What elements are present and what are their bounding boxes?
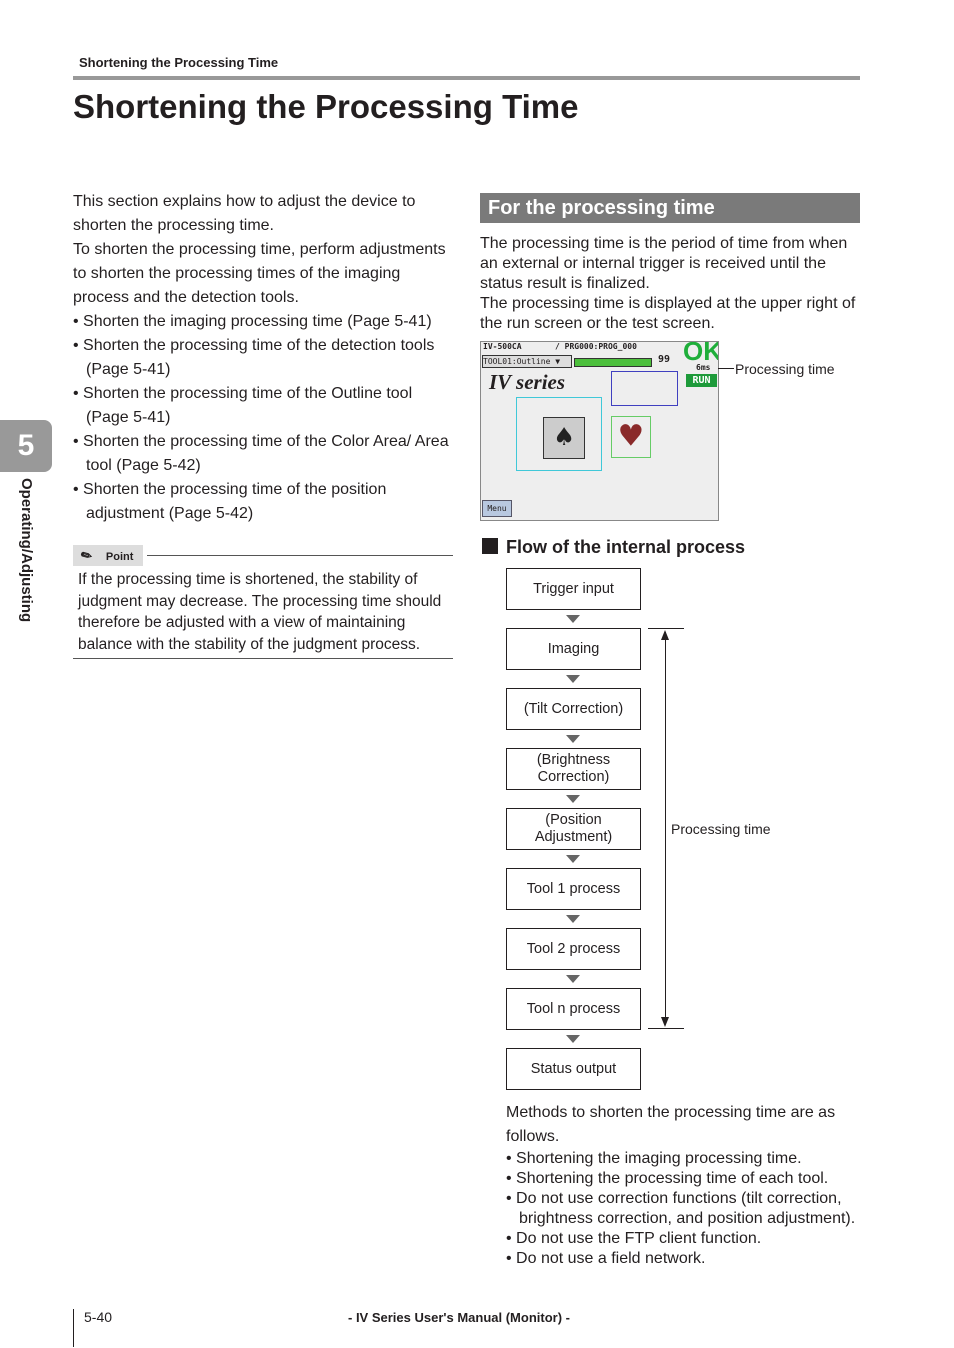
callout-line (718, 368, 734, 369)
bullet-item: • Do not use the FTP client function. (506, 1230, 762, 1247)
section-heading: For the processing time (480, 193, 860, 223)
bullet-item: • Shortening the processing time of each… (506, 1170, 829, 1187)
bullet-item: • Shorten the imaging processing time (P… (73, 313, 432, 330)
span-line (665, 632, 666, 1024)
spade-icon: ♠ (543, 417, 585, 459)
arrow-down-icon (566, 855, 580, 863)
span-tick (648, 1028, 684, 1029)
intro-section: This section explains how to adjust the … (73, 190, 458, 526)
footer-manual-title: - IV Series User's Manual (Monitor) - (348, 1310, 570, 1325)
running-header: Shortening the Processing Time (79, 55, 279, 70)
match-value: 99 (658, 354, 671, 365)
menu-button[interactable]: Menu (482, 500, 512, 517)
paragraph: The processing time is the period of tim… (480, 235, 848, 292)
model-name: IV-500CA (483, 342, 522, 351)
run-badge: RUN (686, 374, 717, 387)
flow-step: (Brightness Correction) (506, 748, 641, 790)
bullet-item: • Do not use a field network. (506, 1250, 706, 1267)
arrow-down-icon (566, 735, 580, 743)
run-screen-image: IV-500CA / PRG000:PROG_000 TOOL01:Outlin… (480, 341, 719, 521)
intro-paragraph: To shorten the processing time, perform … (73, 241, 446, 306)
flow-step: Tool 2 process (506, 928, 641, 970)
match-bar (574, 358, 652, 367)
heart-icon: ♥ (611, 416, 651, 458)
square-bullet-icon (482, 538, 498, 554)
flow-step: Tool n process (506, 988, 641, 1030)
paragraph: The processing time is displayed at the … (480, 295, 856, 332)
bullet-item: • Shortening the imaging processing time… (506, 1150, 802, 1167)
arrow-down-icon (566, 975, 580, 983)
span-label: Processing time (671, 821, 771, 837)
tool-select[interactable]: TOOL01:Outline ▼ (482, 355, 572, 368)
bullet-item: • Shorten the processing time of the det… (73, 337, 435, 378)
callout-label: Processing time (735, 361, 835, 377)
tool-window (611, 371, 678, 406)
flow-step: Tool 1 process (506, 868, 641, 910)
header-rule (73, 76, 860, 80)
arrow-down-icon (566, 675, 580, 683)
bullet-item: • Shorten the processing time of the pos… (73, 481, 387, 522)
bullet-item: • Shorten the processing time of the Col… (73, 433, 449, 474)
point-label: ✎ Point (73, 545, 143, 566)
page-title: Shortening the Processing Time (73, 88, 579, 125)
flow-step: (Tilt Correction) (506, 688, 641, 730)
flow-step: Imaging (506, 628, 641, 670)
footer-rule (73, 1309, 74, 1347)
point-text: If the processing time is shortened, the… (78, 571, 442, 653)
divider (73, 658, 453, 659)
arrow-down-icon (566, 795, 580, 803)
bullet-item: • Shorten the processing time of the Out… (73, 385, 413, 426)
manual-page: Shortening the Processing Time Shortenin… (0, 0, 954, 1348)
bullet-item: • Do not use correction functions (tilt … (506, 1190, 856, 1227)
methods-section: Methods to shorten the processing time a… (506, 1101, 866, 1269)
arrow-down-icon (566, 915, 580, 923)
span-tick (648, 628, 684, 629)
arrow-down-icon (566, 615, 580, 623)
divider (147, 555, 453, 556)
page-number: 5-40 (84, 1309, 113, 1325)
arrow-down-icon (566, 1035, 580, 1043)
chapter-label: Operating/Adjusting (18, 478, 35, 623)
processing-time-value: 6ms (696, 363, 711, 372)
flow-step: (Position Adjustment) (506, 808, 641, 850)
flow-step: Trigger input (506, 568, 641, 610)
chapter-tab[interactable]: 5 (0, 420, 52, 472)
flow-heading: Flow of the internal process (482, 537, 745, 558)
iv-series-logo: IV series (489, 370, 566, 394)
arrow-up-icon (661, 630, 669, 640)
program-name: / PRG000:PROG_000 (555, 342, 637, 351)
flow-step: Status output (506, 1048, 641, 1090)
intro-paragraph: This section explains how to adjust the … (73, 193, 416, 234)
section-text: The processing time is the period of tim… (480, 234, 860, 334)
pencil-icon: ✎ (77, 546, 95, 565)
methods-intro: Methods to shorten the processing time a… (506, 1104, 836, 1145)
arrow-down-icon (661, 1017, 669, 1027)
